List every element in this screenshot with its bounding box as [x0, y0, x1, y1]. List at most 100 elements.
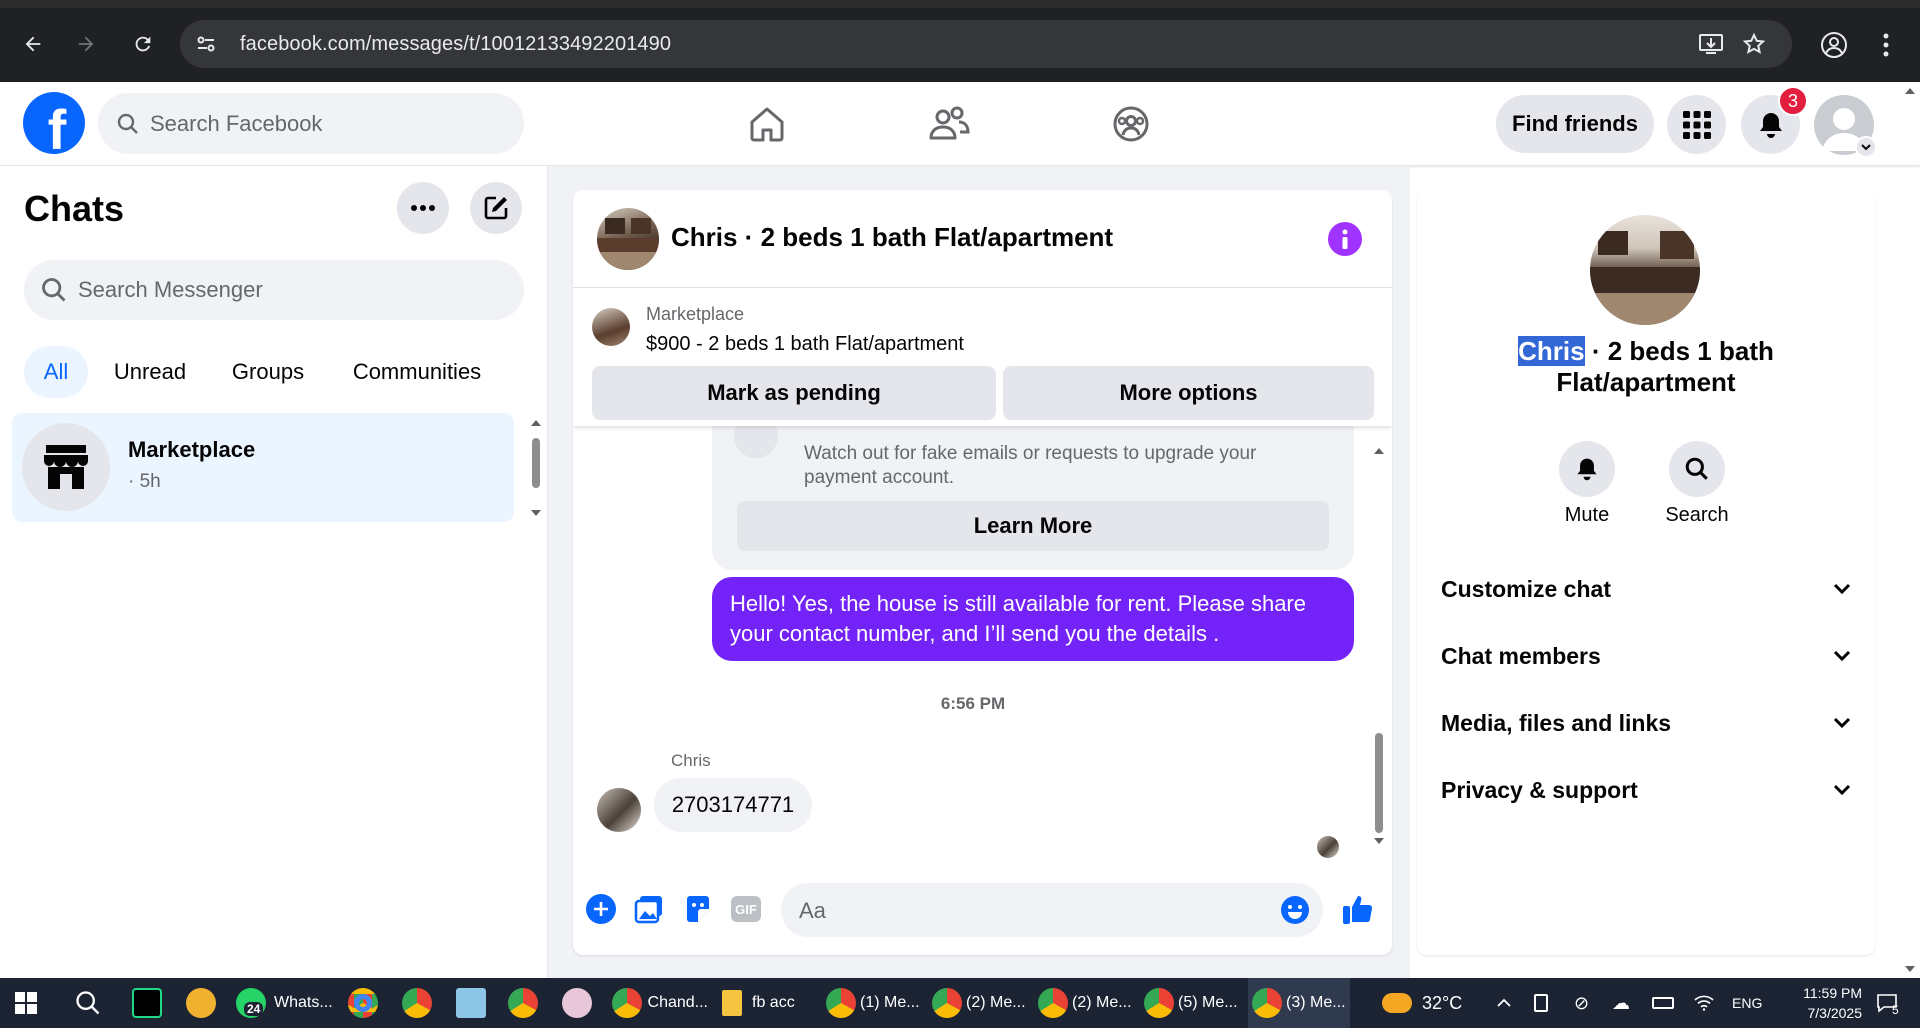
chat-options-button[interactable] — [397, 182, 449, 234]
taskbar-app-label: (1) Me... — [860, 994, 920, 1011]
plus-icon — [594, 902, 608, 916]
chevron-down-icon — [1861, 144, 1871, 151]
customize-chat-section[interactable]: Customize chat — [1441, 564, 1851, 614]
chrome-icon — [348, 988, 378, 1018]
learn-more-button[interactable]: Learn More — [737, 501, 1329, 551]
sender-avatar[interactable] — [597, 788, 641, 832]
filter-unread[interactable]: Unread — [100, 346, 200, 398]
taskbar-app-whatsapp[interactable]: 24 Whats... — [236, 978, 333, 1028]
tray-icon-onedrive[interactable]: ☁ — [1612, 978, 1630, 1028]
filter-communities[interactable]: Communities — [338, 346, 496, 398]
show-hidden-icons-button[interactable] — [1496, 978, 1512, 1028]
windows-logo-icon — [15, 992, 37, 1014]
system-clock[interactable]: 11:59 PM 7/3/2025 — [1782, 978, 1862, 1028]
details-title-line2: Flat/apartment — [1556, 367, 1736, 397]
kebab-menu-icon[interactable] — [1880, 31, 1892, 64]
filter-groups[interactable]: Groups — [218, 346, 318, 398]
emoji-button[interactable] — [1280, 895, 1310, 930]
reload-button[interactable] — [127, 28, 159, 60]
gif-button[interactable]: GIF — [731, 896, 761, 922]
mute-button[interactable] — [1559, 441, 1615, 497]
received-sender-name: Chris — [671, 751, 711, 770]
tray-icon-wifi[interactable] — [1694, 978, 1714, 1028]
sent-message-bubble[interactable]: Hello! Yes, the house is still available… — [712, 577, 1354, 661]
pycharm-icon — [132, 988, 162, 1018]
conversation-scrollbar[interactable] — [1372, 440, 1386, 850]
taskbar-app-folder-cat[interactable] — [186, 978, 216, 1028]
taskbar-app-chrome-2[interactable] — [402, 978, 432, 1028]
taskbar-app-chrome-3[interactable] — [508, 978, 538, 1028]
privacy-support-section[interactable]: Privacy & support — [1441, 765, 1851, 815]
taskbar-app-notepad[interactable] — [456, 978, 486, 1028]
home-icon — [750, 107, 784, 142]
conversation-avatar[interactable] — [597, 208, 659, 270]
search-icon — [76, 991, 100, 1015]
tray-icon-battery[interactable] — [1652, 978, 1674, 1028]
new-message-button[interactable] — [470, 182, 522, 234]
find-friends-button[interactable]: Find friends — [1496, 95, 1654, 153]
bookmark-star-icon[interactable] — [1742, 32, 1766, 61]
conversation-info-button[interactable] — [1328, 222, 1362, 256]
compose-icon — [484, 196, 508, 220]
taskbar-app-messenger-active[interactable]: (3) Me... — [1248, 978, 1350, 1028]
received-message-bubble[interactable]: 2703174771 — [654, 778, 812, 832]
taskbar-app-messenger-1[interactable]: (1) Me... — [826, 978, 924, 1028]
conversation-panel: Chris · 2 beds 1 bath Flat/apartment Mar… — [573, 190, 1392, 955]
chrome-icon — [1144, 988, 1174, 1018]
friends-nav-button[interactable] — [925, 100, 973, 148]
start-button[interactable] — [14, 978, 38, 1028]
tray-icon-meet[interactable] — [1534, 978, 1548, 1028]
media-files-links-section[interactable]: Media, files and links — [1441, 698, 1851, 748]
back-button[interactable] — [17, 28, 49, 60]
home-nav-button[interactable] — [743, 100, 791, 148]
sidebar-scrollbar[interactable] — [529, 416, 543, 520]
filter-all[interactable]: All — [24, 346, 88, 398]
facebook-logo[interactable]: f — [23, 92, 85, 154]
page-scrollbar[interactable] — [1900, 82, 1920, 978]
taskbar-app-messenger-2[interactable]: (2) Me... — [932, 978, 1030, 1028]
messenger-search-input[interactable]: Search Messenger — [24, 260, 524, 320]
conversation-title[interactable]: Chris · 2 beds 1 bath Flat/apartment — [671, 222, 1113, 253]
more-options-button[interactable]: More options — [1003, 366, 1374, 420]
account-chevron[interactable] — [1855, 136, 1877, 158]
site-info-icon[interactable] — [194, 32, 218, 61]
chrome-icon — [826, 988, 856, 1018]
mute-label: Mute — [1564, 504, 1610, 526]
message-composer-input[interactable]: Aa — [781, 883, 1323, 937]
groups-nav-button[interactable] — [1107, 100, 1155, 148]
attach-photo-button[interactable] — [634, 894, 664, 929]
forward-button[interactable] — [70, 28, 102, 60]
menu-button[interactable] — [1667, 95, 1726, 154]
sticker-button[interactable] — [683, 894, 713, 929]
conversation-details-panel: Chris · 2 beds 1 bath Flat/apartment Mut… — [1417, 190, 1875, 955]
chat-list-item[interactable]: Marketplace · 5h — [12, 413, 514, 522]
friends-icon — [929, 106, 970, 140]
listing-thumbnail[interactable] — [592, 308, 630, 346]
tray-icon-no-network[interactable]: ⊘ — [1574, 978, 1589, 1028]
mark-as-pending-button[interactable]: Mark as pending — [592, 366, 996, 420]
taskbar-app-chrome-1[interactable] — [348, 978, 378, 1028]
taskbar-app-paint[interactable] — [562, 978, 592, 1028]
listing-description[interactable]: $900 - 2 beds 1 bath Flat/apartment — [646, 333, 964, 356]
install-app-icon[interactable] — [1698, 32, 1724, 61]
facebook-search-input[interactable]: Search Facebook — [98, 93, 524, 154]
profile-icon[interactable] — [1820, 31, 1848, 64]
chat-members-section[interactable]: Chat members — [1441, 631, 1851, 681]
taskbar-search-button[interactable] — [74, 978, 102, 1028]
search-icon — [42, 278, 66, 302]
address-bar[interactable]: facebook.com/messages/t/1001213349220149… — [180, 20, 1792, 68]
notification-center-button[interactable]: 5 — [1876, 978, 1899, 1028]
taskbar-app-folder-fb-acc[interactable]: fb acc — [722, 978, 818, 1028]
search-conversation-button[interactable] — [1669, 441, 1725, 497]
details-avatar[interactable] — [1590, 215, 1700, 325]
like-button[interactable] — [1341, 892, 1375, 931]
weather-widget[interactable]: 32°C — [1382, 978, 1462, 1028]
taskbar-app-pycharm[interactable] — [132, 978, 162, 1028]
language-indicator[interactable]: ENG — [1732, 978, 1762, 1028]
section-label: Media, files and links — [1441, 709, 1672, 736]
taskbar-app-messenger-4[interactable]: (5) Me... — [1144, 978, 1242, 1028]
taskbar-app-messenger-3[interactable]: (2) Me... — [1038, 978, 1136, 1028]
seen-receipt-avatar — [1317, 836, 1339, 858]
more-actions-button[interactable] — [586, 894, 616, 924]
taskbar-app-chrome-chand[interactable]: Chand... — [612, 978, 708, 1028]
